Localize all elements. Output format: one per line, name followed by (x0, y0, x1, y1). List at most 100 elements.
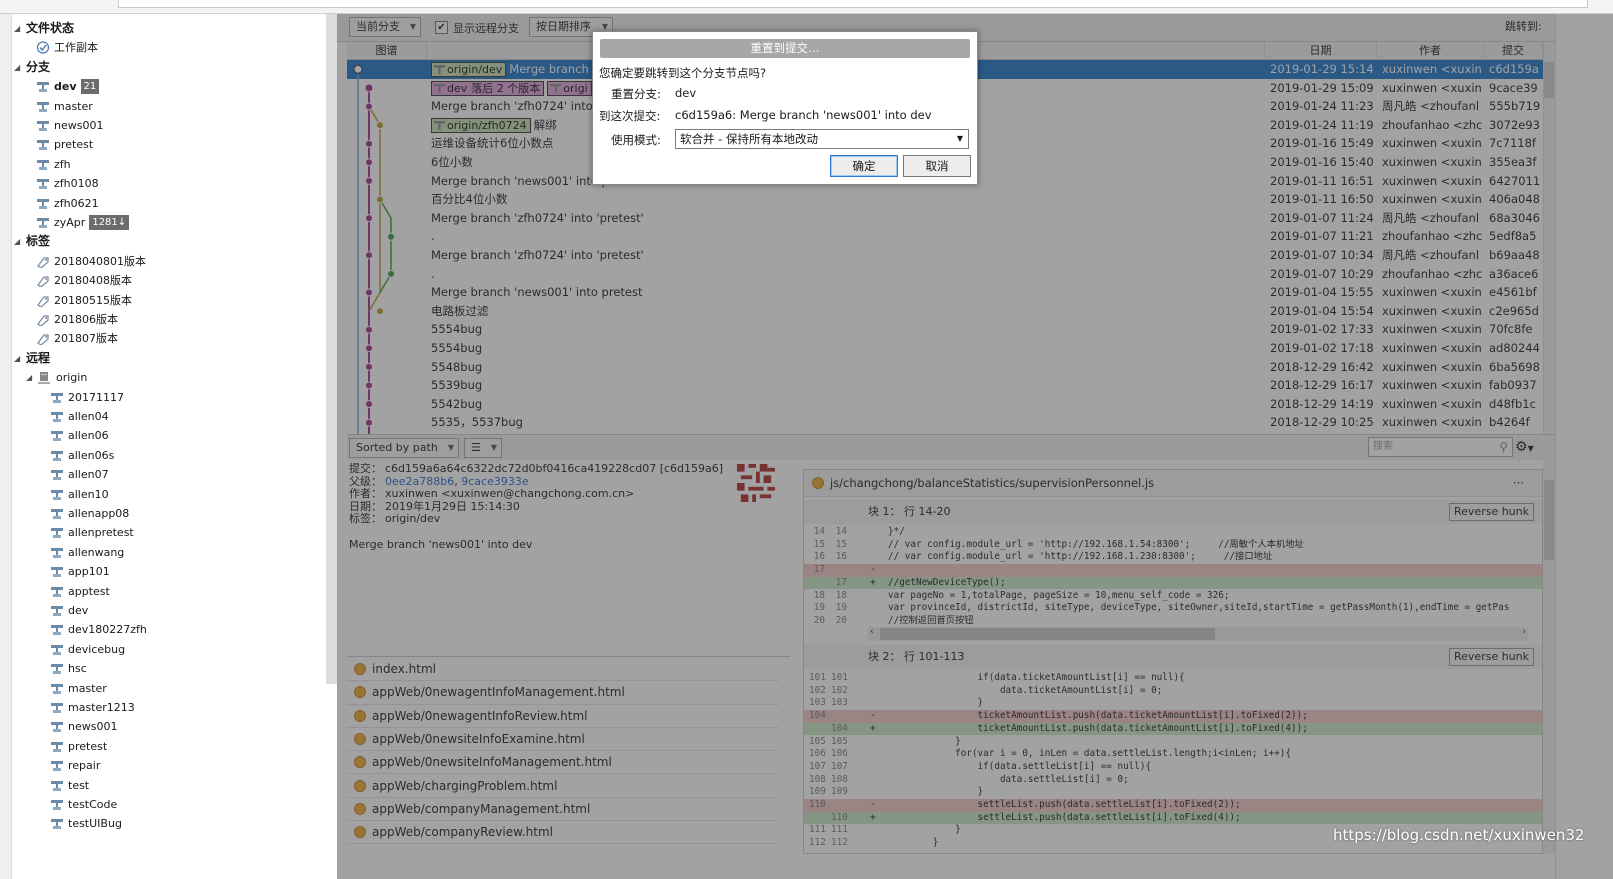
changed-file-row[interactable]: appWeb/chargingProblem.html (347, 775, 779, 798)
tags-section[interactable]: ◢ 标签 (14, 232, 50, 251)
remote-origin-item[interactable]: ◢ origin (26, 368, 87, 387)
sidebar-remote-branch[interactable]: test (50, 776, 89, 795)
remotes-section[interactable]: ◢ 远程 (14, 349, 50, 368)
commit-row[interactable]: . 2019-01-07 11:21 zhoufanhao <zhc 5edf8a5 (347, 227, 1543, 246)
sidebar-remote-branch[interactable]: dev (50, 601, 88, 620)
local-ref-badge[interactable]: dev 落后 2 个版本 (431, 80, 545, 96)
file-status-section[interactable]: ◢ 文件状态 (14, 19, 74, 38)
graph-scrollbar[interactable] (1543, 42, 1555, 434)
expanded-triangle-icon[interactable]: ◢ (26, 368, 38, 387)
diff-scrollbar-thumb[interactable] (1544, 480, 1554, 560)
diff-line[interactable]: 106 106 for(var i = 0, inLen = data.settl… (804, 748, 1542, 761)
sidebar-remote-branch[interactable]: news001 (50, 717, 117, 736)
sidebar-remote-branch[interactable]: allen06s (50, 446, 114, 465)
scroll-right-icon[interactable]: › (1522, 627, 1526, 637)
changed-file-row[interactable]: appWeb/0newagentInfoReview.html (347, 705, 779, 728)
hunk-1-hscroll-thumb[interactable] (880, 628, 1215, 640)
diff-line[interactable]: 104 - ticketAmountList.push(data.ticketAm… (804, 710, 1542, 723)
commit-row[interactable]: 5539bug 2018-12-29 16:17 xuxinwen <xuxinw f… (347, 376, 1543, 395)
reverse-hunk-1-button[interactable]: Reverse hunk (1449, 503, 1534, 521)
parent-link[interactable]: 0ee2a788b6 (385, 475, 454, 488)
sidebar-remote-branch[interactable]: allenpretest (50, 523, 134, 542)
sidebar-tag-item[interactable]: 2018040801版本 (36, 252, 146, 271)
changed-file-row[interactable]: index.html (347, 658, 779, 682)
changed-file-row[interactable]: appWeb/0newsiteInfoExamine.html (347, 728, 779, 752)
view-mode-combo[interactable]: ☰ ▼ (464, 438, 502, 458)
diff-line[interactable]: 104 + ticketAmountList.push(data.ticketAm… (804, 722, 1542, 736)
sidebar-remote-branch[interactable]: allen04 (50, 407, 109, 426)
expanded-triangle-icon[interactable]: ◢ (14, 58, 26, 77)
gear-icon[interactable]: ⚙▼ (1515, 438, 1551, 458)
sidebar-remote-branch[interactable]: allen10 (50, 485, 109, 504)
sidebar-remote-branch[interactable]: allenwang (50, 543, 124, 562)
sidebar-remote-branch[interactable]: allenapp08 (50, 504, 129, 523)
commit-row[interactable]: 5554bug 2019-01-02 17:18 xuxinwen <xuxinw a… (347, 339, 1543, 358)
sidebar-remote-branch[interactable]: app101 (50, 562, 110, 581)
sidebar-remote-branch[interactable]: 20171117 (50, 388, 124, 407)
reverse-hunk-2-button[interactable]: Reverse hunk (1449, 648, 1534, 666)
sidebar-remote-branch[interactable]: master (50, 679, 107, 698)
sidebar-branch-zfh[interactable]: zfh (36, 155, 71, 174)
diff-line[interactable]: 16 16 // var config.module_url = 'http://1… (804, 551, 1542, 564)
sidebar-tag-item[interactable]: 201807版本 (36, 329, 118, 348)
changed-file-row[interactable]: appWeb/companyManagement.html (347, 798, 779, 822)
expanded-triangle-icon[interactable]: ◢ (14, 349, 26, 368)
changed-file-row[interactable]: appWeb/companyReview.html (347, 821, 779, 845)
show-remote-checkbox[interactable]: ✔ (435, 21, 448, 34)
parent-link[interactable]: 9cace3933e (461, 475, 528, 488)
working-copy-item[interactable]: 工作副本 (36, 38, 98, 57)
hunk-1-hscrollbar[interactable]: ‹ › (868, 627, 1528, 641)
diff-line[interactable]: 15 15 // var config.module_url = 'http://1… (804, 539, 1542, 552)
sidebar-branch-news001[interactable]: news001 (36, 116, 103, 135)
search-input[interactable]: 搜索 ⚲ (1368, 437, 1513, 457)
changed-file-row[interactable]: appWeb/0newsiteInfoManagement.html (347, 751, 779, 775)
reset-mode-select[interactable]: 软合并 - 保持所有本地改动 ▼ (675, 129, 969, 149)
sidebar-branch-master[interactable]: master (36, 97, 93, 116)
col-author-header[interactable]: 作者 (1377, 42, 1484, 60)
sidebar-branch-pretest[interactable]: pretest (36, 135, 93, 154)
sidebar-scrollbar[interactable] (326, 14, 337, 684)
sidebar-remote-branch[interactable]: allen07 (50, 465, 109, 484)
col-commit-header[interactable]: 提交 (1484, 42, 1543, 60)
changed-file-row[interactable]: appWeb/0newagentInfoManagement.html (347, 681, 779, 705)
diff-line[interactable]: 108 108 data.settleList[i] = 0; (804, 774, 1542, 787)
col-graph-header[interactable]: 图谱 (347, 42, 427, 60)
sidebar-remote-branch[interactable]: apptest (50, 582, 110, 601)
sidebar-remote-branch[interactable]: devicebug (50, 640, 125, 659)
sidebar-remote-branch[interactable]: repair (50, 756, 100, 775)
diff-line[interactable]: 19 19 var provinceId, districtId, siteType… (804, 602, 1542, 615)
sidebar-remote-branch[interactable]: testCode (50, 795, 117, 814)
sidebar-tag-item[interactable]: 20180515版本 (36, 291, 132, 310)
local-ref-badge[interactable]: origi (547, 80, 592, 96)
commit-row[interactable]: 5554bug 2019-01-02 17:33 xuxinwen <xuxinw 7… (347, 320, 1543, 339)
commit-row[interactable]: 5542bug 2018-12-29 14:19 xuxinwen <xuxinw d… (347, 395, 1543, 414)
sidebar-branch-zfh0108[interactable]: zfh0108 (36, 174, 99, 193)
expanded-triangle-icon[interactable]: ◢ (14, 232, 26, 251)
cancel-button[interactable]: 取消 (903, 155, 971, 177)
sidebar-tag-item[interactable]: 20180408版本 (36, 271, 132, 290)
remote-ref-badge[interactable]: origin/zfh0724 (431, 117, 531, 133)
ok-button[interactable]: 确定 (830, 155, 898, 177)
sidebar-remote-branch[interactable]: master1213 (50, 698, 135, 717)
commit-row[interactable]: Merge branch 'zfh0724' into 'pretest' 201… (347, 209, 1543, 228)
expanded-triangle-icon[interactable]: ◢ (14, 19, 26, 38)
diff-line[interactable]: 110 + settleList.push(data.settleList[i].… (804, 811, 1542, 825)
sidebar-branch-zyApr[interactable]: zyApr 1281↓ (36, 213, 130, 232)
branches-section[interactable]: ◢ 分支 (14, 58, 50, 77)
file-sort-combo[interactable]: Sorted by path ▼ (349, 438, 459, 458)
commit-row[interactable]: 电路板过滤 2019-01-04 15:54 xuxinwen <xuxinw c2e… (347, 302, 1543, 321)
sidebar-tag-item[interactable]: 201806版本 (36, 310, 118, 329)
branch-filter-combo[interactable]: 当前分支 ▼ (349, 17, 421, 37)
diff-line[interactable]: 20 20 //控制返回首页按钮 (804, 615, 1542, 628)
diff-line[interactable]: 18 18 var pageNo = 1,totalPage, pageSize =… (804, 590, 1542, 603)
sidebar-remote-branch[interactable]: hsc (50, 659, 87, 678)
commit-row[interactable]: . 2019-01-07 10:29 zhoufanhao <zhc a36ace6 (347, 265, 1543, 284)
diff-line[interactable]: 102 102 data.ticketAmountList[i] = 0; (804, 685, 1542, 698)
diff-line[interactable]: 101 101 if(data.ticketAmountList[i] == nu… (804, 672, 1542, 685)
commit-row[interactable]: Merge branch 'news001' into pretest 2019-… (347, 283, 1543, 302)
diff-line[interactable]: 105 105 } (804, 736, 1542, 749)
commit-row[interactable]: 百分比4位小数 2019-01-11 16:50 xuxinwen <xuxinw 4… (347, 190, 1543, 209)
scroll-left-icon[interactable]: ‹ (870, 627, 874, 637)
graph-scrollbar-thumb[interactable] (1544, 62, 1554, 98)
diff-line[interactable]: 109 109 } (804, 786, 1542, 799)
